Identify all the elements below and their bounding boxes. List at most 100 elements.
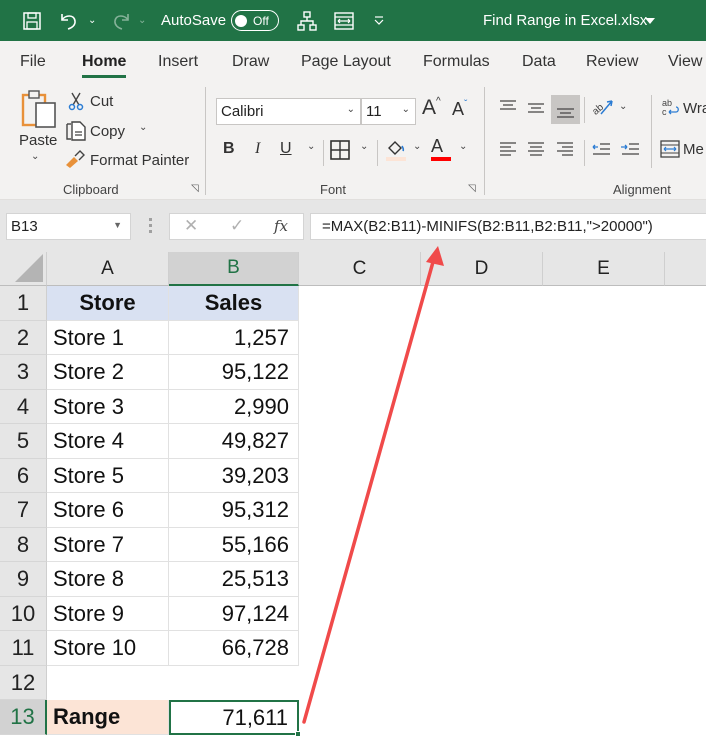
orientation-dropdown-icon[interactable]: ⌄ — [619, 101, 627, 112]
row-header-2[interactable]: 2 — [0, 321, 47, 355]
cell-f3[interactable] — [665, 355, 706, 390]
copy-dropdown-icon[interactable]: ⌄ — [139, 122, 147, 133]
decrease-indent-icon[interactable] — [591, 140, 611, 163]
title-dropdown-icon[interactable] — [645, 0, 655, 41]
paste-button[interactable]: Paste — [19, 132, 57, 149]
cell-e13[interactable] — [543, 700, 665, 735]
cell-a10[interactable]: Store 9 — [47, 597, 169, 631]
align-top-icon[interactable] — [499, 99, 517, 118]
range-result-cell[interactable]: 71,611 — [169, 700, 299, 735]
cell-b10[interactable]: 97,124 — [169, 597, 299, 631]
borders-icon[interactable] — [330, 140, 350, 165]
align-left-icon[interactable] — [499, 140, 517, 163]
cell-a8[interactable]: Store 7 — [47, 528, 169, 562]
cell-c8[interactable] — [299, 528, 421, 562]
cell-f10[interactable] — [665, 597, 706, 631]
cell-b11[interactable]: 66,728 — [169, 631, 299, 666]
cell-d9[interactable] — [421, 562, 543, 597]
cell-e5[interactable] — [543, 424, 665, 459]
cancel-icon[interactable]: ✕ — [184, 216, 198, 236]
cell-c5[interactable] — [299, 424, 421, 459]
row-header-13[interactable]: 13 — [0, 700, 47, 735]
undo-dropdown-icon[interactable]: ⌄ — [88, 0, 96, 41]
copy-button[interactable]: Copy — [90, 123, 125, 140]
wrap-text-button[interactable]: Wra — [683, 100, 706, 117]
cell-d12[interactable] — [421, 666, 543, 700]
clipboard-launcher-icon[interactable]: ◹ — [191, 183, 199, 194]
cell-d7[interactable] — [421, 493, 543, 528]
align-center-icon[interactable] — [527, 140, 545, 163]
font-name-dropdown-icon[interactable]: ⌄ — [347, 104, 355, 115]
cell-d10[interactable] — [421, 597, 543, 631]
cell-a7[interactable]: Store 6 — [47, 493, 169, 528]
cell-c12[interactable] — [299, 666, 421, 700]
tab-draw[interactable]: Draw — [232, 41, 269, 83]
cell-a5[interactable]: Store 4 — [47, 424, 169, 459]
align-right-icon[interactable] — [556, 140, 574, 163]
cell-b9[interactable]: 25,513 — [169, 562, 299, 597]
orientation-icon[interactable]: ab — [590, 95, 615, 122]
cell-d2[interactable] — [421, 321, 543, 355]
cell-e12[interactable] — [543, 666, 665, 700]
row-header-3[interactable]: 3 — [0, 355, 47, 390]
formula-input[interactable]: =MAX(B2:B11)-MINIFS(B2:B11,B2:B11,">2000… — [310, 213, 706, 240]
cell-b7[interactable]: 95,312 — [169, 493, 299, 528]
cell-f12[interactable] — [665, 666, 706, 700]
cell-a3[interactable]: Store 2 — [47, 355, 169, 390]
cell-e6[interactable] — [543, 459, 665, 493]
bold-button[interactable]: B — [223, 140, 235, 158]
cell-c7[interactable] — [299, 493, 421, 528]
font-size-combo[interactable]: 11 ⌄ — [361, 98, 416, 125]
font-launcher-icon[interactable]: ◹ — [468, 183, 476, 194]
autosave-toggle[interactable]: Off — [231, 0, 279, 41]
cell-c1[interactable] — [299, 286, 421, 321]
range-label-cell[interactable]: Range — [47, 700, 169, 735]
cell-c6[interactable] — [299, 459, 421, 493]
paste-icon[interactable] — [20, 89, 58, 134]
cell-c9[interactable] — [299, 562, 421, 597]
row-header-6[interactable]: 6 — [0, 459, 47, 493]
cell-d3[interactable] — [421, 355, 543, 390]
cell-c10[interactable] — [299, 597, 421, 631]
row-header-11[interactable]: 11 — [0, 631, 47, 666]
shrink-font-button[interactable]: Aˇ — [452, 99, 467, 120]
row-header-9[interactable]: 9 — [0, 562, 47, 597]
cell-d8[interactable] — [421, 528, 543, 562]
cell-d5[interactable] — [421, 424, 543, 459]
cell-a1[interactable]: Store — [47, 286, 169, 321]
tab-file[interactable]: File — [20, 41, 46, 83]
column-header-a[interactable]: A — [47, 252, 169, 286]
cell-f11[interactable] — [665, 631, 706, 666]
merge-center-button[interactable]: Me — [683, 141, 704, 158]
column-header-b[interactable]: B — [169, 252, 299, 286]
cell-e4[interactable] — [543, 390, 665, 424]
cell-d6[interactable] — [421, 459, 543, 493]
tab-insert[interactable]: Insert — [158, 41, 198, 83]
tab-data[interactable]: Data — [522, 41, 556, 83]
font-name-combo[interactable]: Calibri ⌄ — [216, 98, 361, 125]
cell-c13[interactable] — [299, 700, 421, 735]
merge-center-icon[interactable] — [333, 0, 355, 41]
underline-dropdown-icon[interactable]: ⌄ — [307, 141, 315, 152]
tab-view[interactable]: View — [668, 41, 702, 83]
cell-b12[interactable] — [169, 666, 299, 700]
font-color-button[interactable]: A — [431, 136, 451, 161]
row-header-10[interactable]: 10 — [0, 597, 47, 631]
cell-d13[interactable] — [421, 700, 543, 735]
grow-font-button[interactable]: A^ — [422, 96, 441, 120]
cell-a6[interactable]: Store 5 — [47, 459, 169, 493]
cell-b8[interactable]: 55,166 — [169, 528, 299, 562]
row-header-5[interactable]: 5 — [0, 424, 47, 459]
name-box[interactable]: B13 ▼ — [6, 213, 131, 240]
column-header-e[interactable]: E — [543, 252, 665, 286]
underline-button[interactable]: U — [280, 140, 292, 158]
cell-e2[interactable] — [543, 321, 665, 355]
increase-indent-icon[interactable] — [620, 140, 640, 163]
fill-color-dropdown-icon[interactable]: ⌄ — [413, 141, 421, 152]
cell-f8[interactable] — [665, 528, 706, 562]
cell-b1[interactable]: Sales — [169, 286, 299, 321]
row-header-1[interactable]: 1 — [0, 286, 47, 321]
customize-qat-icon[interactable] — [373, 0, 385, 41]
cell-e3[interactable] — [543, 355, 665, 390]
tab-page-layout[interactable]: Page Layout — [301, 41, 391, 83]
